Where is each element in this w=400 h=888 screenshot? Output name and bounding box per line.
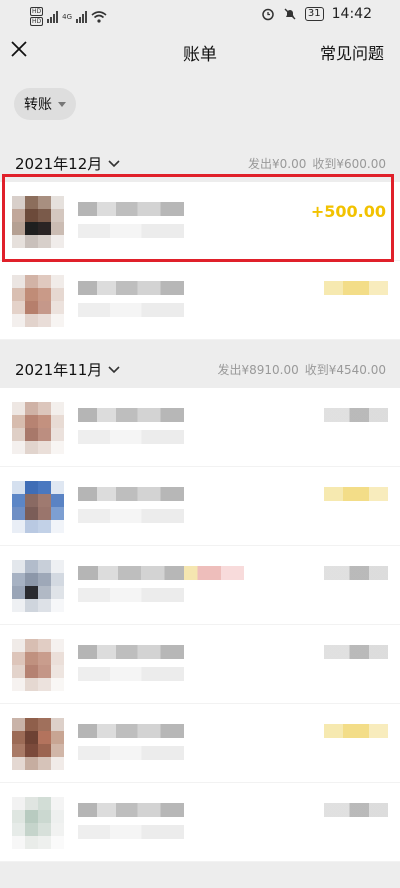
- sender-name-redacted: [78, 487, 184, 501]
- highlight-annotation: [2, 174, 394, 262]
- received-total: 收到¥600.00: [312, 157, 386, 171]
- chevron-down-icon: [108, 159, 120, 167]
- avatar: [12, 797, 64, 849]
- transaction-time-redacted: [78, 667, 184, 681]
- avatar: [12, 275, 64, 327]
- month-header-november: 2021年11月 发出¥8910.00 收到¥4540.00: [0, 348, 400, 388]
- filter-dropdown[interactable]: 转账: [14, 88, 76, 120]
- transaction-time-redacted: [78, 509, 184, 523]
- battery-icon: 31: [304, 7, 324, 21]
- signal-icon: [47, 10, 59, 23]
- amount-redacted: [324, 281, 388, 295]
- faq-link[interactable]: 常见问题: [320, 40, 384, 64]
- alarm-icon: [262, 8, 274, 21]
- month-label: 2021年11月: [15, 361, 103, 379]
- avatar: [12, 639, 64, 691]
- avatar: [12, 481, 64, 533]
- hd-icon: HD HD: [30, 7, 44, 26]
- month-selector[interactable]: 2021年12月: [15, 153, 120, 174]
- status-right: 31 14:42: [261, 6, 372, 22]
- status-bar: HD HD 4G 31 14:42: [0, 0, 400, 30]
- transaction-time-redacted: [78, 746, 184, 760]
- amount-redacted: [324, 803, 388, 817]
- amount-redacted: [324, 724, 388, 738]
- sender-name-redacted: [78, 645, 184, 659]
- mute-bell-icon: [284, 8, 296, 20]
- amount-redacted: [324, 408, 388, 422]
- signal-icon-2: [76, 10, 88, 23]
- transaction-row[interactable]: [0, 388, 400, 467]
- wifi-icon: [91, 10, 107, 23]
- clock-time: 14:42: [331, 6, 372, 22]
- sender-name-redacted: [78, 803, 184, 817]
- signal-indicators: HD HD 4G: [30, 7, 107, 26]
- filter-label: 转账: [24, 97, 52, 113]
- avatar: [12, 402, 64, 454]
- sender-name-redacted: [78, 566, 244, 580]
- transaction-row[interactable]: [0, 467, 400, 546]
- amount-redacted: [324, 487, 388, 501]
- avatar: [12, 560, 64, 612]
- transaction-time-redacted: [78, 825, 184, 839]
- amount-redacted: [324, 645, 388, 659]
- month-summary: 发出¥0.00 收到¥600.00: [248, 155, 386, 172]
- amount-redacted: [324, 566, 388, 580]
- transaction-time-redacted: [78, 430, 184, 444]
- network-type: 4G: [62, 12, 73, 21]
- sent-total: 发出¥8910.00: [217, 363, 299, 377]
- received-total: 收到¥4540.00: [304, 363, 386, 377]
- avatar: [12, 718, 64, 770]
- sent-total: 发出¥0.00: [248, 157, 307, 171]
- transaction-list-november: [0, 388, 400, 862]
- chevron-down-icon: [108, 365, 120, 373]
- transaction-row[interactable]: [0, 625, 400, 704]
- sender-name-redacted: [78, 408, 184, 422]
- month-summary: 发出¥8910.00 收到¥4540.00: [217, 361, 386, 378]
- transaction-time-redacted: [78, 588, 184, 602]
- dropdown-triangle-icon: [58, 101, 66, 107]
- navigation-bar: 账单 常见问题: [0, 30, 400, 72]
- sender-name-redacted: [78, 724, 184, 738]
- month-selector[interactable]: 2021年11月: [15, 359, 120, 380]
- transaction-time-redacted: [78, 303, 184, 317]
- month-label: 2021年12月: [15, 155, 103, 173]
- transaction-row[interactable]: [0, 261, 400, 340]
- transaction-row[interactable]: [0, 546, 400, 625]
- transaction-row[interactable]: [0, 704, 400, 783]
- sender-name-redacted: [78, 281, 184, 295]
- transaction-row[interactable]: [0, 783, 400, 862]
